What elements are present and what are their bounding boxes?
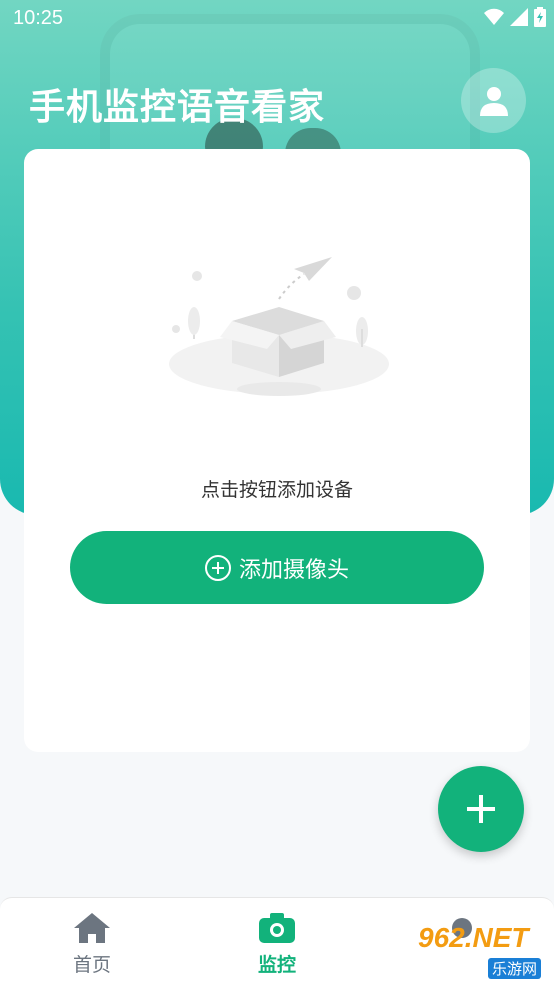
watermark-sub: 乐游网	[488, 958, 542, 979]
battery-icon	[534, 7, 546, 27]
avatar-button[interactable]	[461, 68, 526, 133]
wifi-icon	[484, 8, 504, 25]
add-camera-label: 添加摄像头	[238, 557, 349, 583]
status-bar: 10:25	[0, 0, 554, 38]
camera-icon	[259, 913, 295, 943]
empty-hint: 点击按钮添加设备	[200, 479, 353, 501]
add-fab-button[interactable]	[438, 766, 524, 852]
status-icons	[484, 7, 546, 27]
user-icon	[479, 86, 508, 116]
signal-icon	[510, 8, 528, 26]
plus-circle-icon	[204, 554, 231, 581]
watermark-logo: 962.NET	[418, 922, 529, 953]
plus-icon	[467, 795, 495, 823]
device-card: 点击按钮添加设备 添加摄像头	[24, 149, 530, 752]
nav-label-home: 首页	[72, 954, 111, 976]
nav-label-monitor: 监控	[257, 954, 296, 976]
empty-box-illustration	[169, 257, 389, 396]
status-time: 10:25	[13, 7, 64, 29]
home-icon	[74, 913, 110, 943]
add-camera-button[interactable]: 添加摄像头	[70, 531, 484, 604]
app-title: 手机监控语音看家	[29, 87, 326, 128]
nav-item-monitor[interactable]: 监控	[237, 912, 317, 977]
nav-item-home[interactable]: 首页	[52, 912, 132, 977]
